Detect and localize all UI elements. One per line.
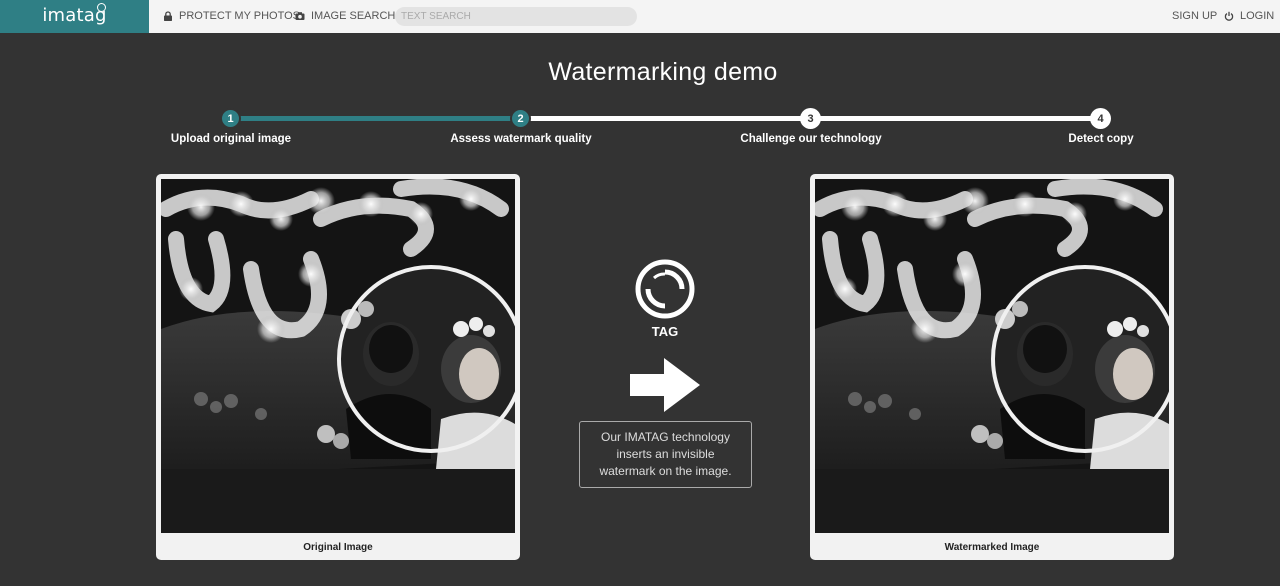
original-image-caption: Original Image: [303, 542, 373, 553]
stepper-track-completed: [231, 116, 521, 121]
step-3-label: Challenge our technology: [740, 133, 882, 145]
step-2-indicator[interactable]: 2: [510, 108, 531, 129]
technology-info-box: Our IMATAG technology inserts an invisib…: [579, 421, 752, 488]
watermarked-image-card: Watermarked Image: [810, 174, 1174, 560]
technology-description: Our IMATAG technology inserts an invisib…: [599, 430, 732, 478]
progress-stepper: 1 2 3 4 Upload original image Assess wat…: [0, 0, 1280, 150]
watermarked-image-caption: Watermarked Image: [944, 542, 1040, 553]
watermarked-photo-illustration: [815, 179, 1169, 533]
step-4-indicator[interactable]: 4: [1090, 108, 1111, 129]
tag-label: TAG: [651, 324, 679, 339]
tag-logo-icon: [635, 259, 695, 319]
step-2-label: Assess watermark quality: [450, 133, 592, 145]
step-1-label: Upload original image: [170, 133, 292, 145]
arrow-right-icon: [630, 358, 700, 412]
step-3-indicator[interactable]: 3: [800, 108, 821, 129]
original-image-card: Original Image: [156, 174, 520, 560]
step-1-indicator[interactable]: 1: [220, 108, 241, 129]
original-photo: [161, 179, 515, 533]
watermarked-photo: [815, 179, 1169, 533]
step-4-label: Detect copy: [1068, 133, 1134, 145]
original-photo-illustration: [161, 179, 515, 533]
